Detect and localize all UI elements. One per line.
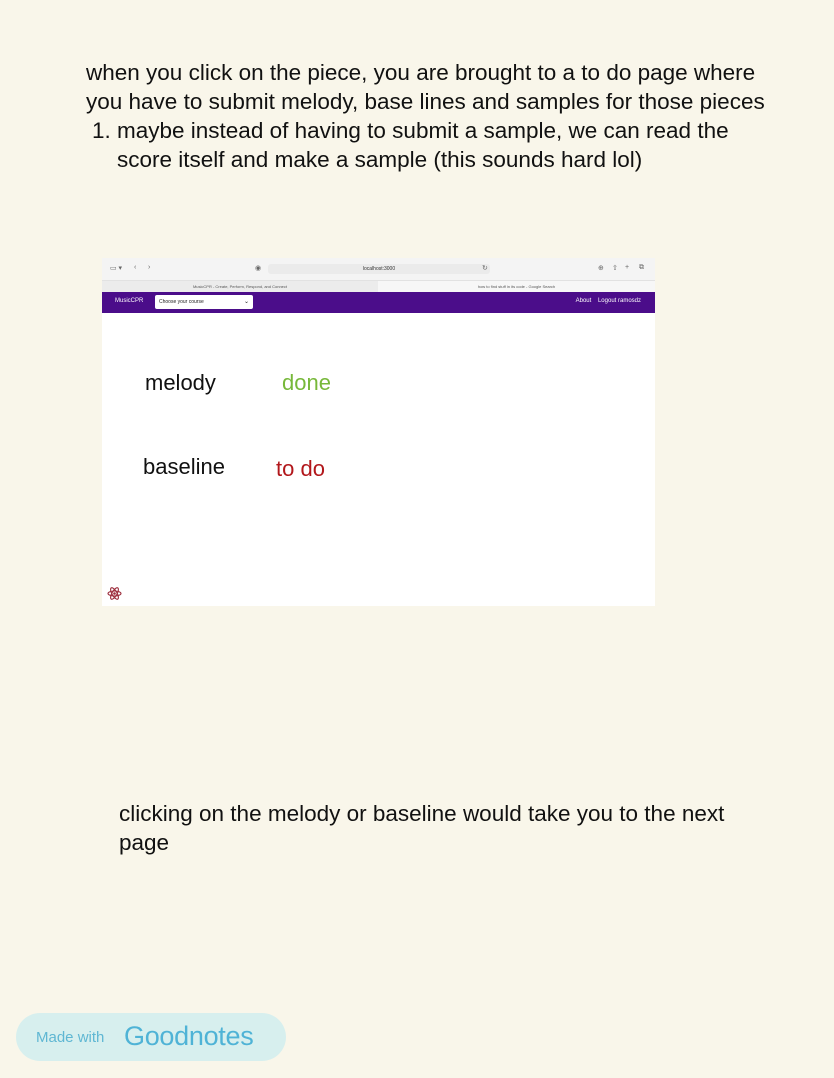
tab-google-search[interactable]: how to find stuff in its code - Google S…: [378, 281, 655, 292]
course-select-value: Choose your course: [159, 299, 204, 305]
download-icon[interactable]: ⊕: [598, 264, 604, 272]
note-list-item: maybe instead of having to submit a samp…: [117, 116, 786, 174]
logout-link[interactable]: Logout ramosdz: [598, 298, 641, 304]
forward-icon[interactable]: ›: [148, 264, 150, 271]
melody-task-link[interactable]: melody: [145, 370, 216, 396]
tabs-icon[interactable]: ⧉: [639, 264, 644, 272]
melody-status: done: [282, 370, 331, 395]
app-navbar: MusicCPR Choose your course ⌄ About Logo…: [102, 292, 655, 313]
baseline-task-link[interactable]: baseline: [143, 454, 225, 480]
shield-icon: ◉: [255, 265, 262, 272]
nav-links: About Logout ramosdz: [571, 298, 641, 304]
baseline-status: to do: [276, 456, 325, 481]
tab-bar: MusicCPR - Create, Perform, Respond, and…: [102, 281, 655, 292]
reload-icon[interactable]: ↻: [482, 264, 488, 272]
react-logo-icon: [107, 587, 122, 600]
note-paragraph: when you click on the piece, you are bro…: [86, 60, 765, 114]
goodnotes-badge: Made with Goodnotes: [16, 1013, 286, 1061]
embedded-screenshot: ▭ ▾ ‹ › ◉ localhost:3000 ↻ ⊕ ⇧ + ⧉ Music…: [102, 258, 655, 606]
tab-musiccpr[interactable]: MusicCPR - Create, Perform, Respond, and…: [102, 281, 378, 292]
sidebar-icon[interactable]: ▭ ▾: [110, 264, 122, 272]
badge-brand: Goodnotes: [124, 1021, 254, 1051]
note-list: maybe instead of having to submit a samp…: [86, 116, 786, 174]
badge-prefix: Made with: [36, 1029, 105, 1046]
chevron-down-icon: ⌄: [243, 299, 249, 305]
footer-note: clicking on the melody or baseline would…: [119, 800, 725, 855]
share-icon[interactable]: ⇧: [612, 264, 618, 272]
new-tab-icon[interactable]: +: [625, 264, 629, 271]
handwritten-note: when you click on the piece, you are bro…: [86, 58, 786, 174]
browser-toolbar: ▭ ▾ ‹ › ◉ localhost:3000 ↻ ⊕ ⇧ + ⧉: [102, 258, 655, 281]
about-link[interactable]: About: [576, 298, 592, 304]
brand-link[interactable]: MusicCPR: [115, 298, 143, 304]
back-icon[interactable]: ‹: [134, 264, 136, 271]
course-select[interactable]: Choose your course ⌄: [155, 295, 253, 309]
address-bar[interactable]: localhost:3000: [268, 264, 490, 274]
